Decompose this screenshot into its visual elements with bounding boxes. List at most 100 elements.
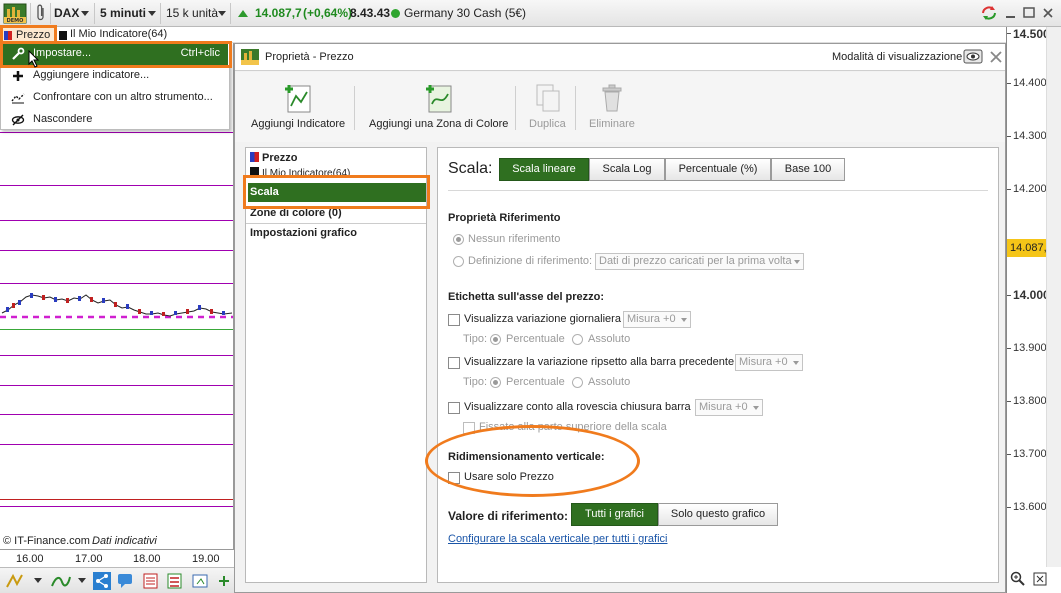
prev-bar-variation-checkbox[interactable] — [448, 357, 460, 369]
ref-none-label: Nessun riferimento — [468, 233, 561, 245]
level-line-green — [0, 329, 233, 330]
menu-item-compare[interactable]: Confrontare con un altro strumento... — [2, 87, 228, 109]
axis-label-section-title: Etichetta sull'asse del prezzo: — [448, 291, 605, 303]
indicator-tool-icon[interactable] — [50, 572, 72, 590]
daily-measure-dropdown[interactable]: Misura +0 — [623, 311, 691, 328]
scale-log-button[interactable]: Scala Log — [589, 158, 665, 181]
time-label: 16.00 — [16, 553, 44, 565]
last-time: 8.43.43 — [350, 6, 391, 20]
axis-scrollbar[interactable] — [1046, 27, 1061, 567]
fit-icon[interactable] — [1032, 571, 1048, 587]
type-absolute-label: Assoluto — [588, 333, 631, 345]
axis-label: 14.200 — [1013, 183, 1047, 195]
scale-linear-button[interactable]: Scala lineare — [499, 158, 589, 181]
close-icon[interactable] — [1041, 6, 1055, 20]
refresh-icon[interactable] — [980, 4, 998, 22]
add-indicator-label: Aggiungi Indicatore — [251, 118, 346, 130]
share-icon[interactable] — [93, 572, 111, 590]
level-line — [0, 250, 233, 251]
level-line — [0, 385, 233, 386]
chevron-down-icon[interactable] — [78, 578, 86, 583]
type-absolute-radio[interactable] — [572, 334, 583, 345]
units-selector[interactable]: 15 k unità — [166, 6, 218, 20]
level-line — [0, 355, 233, 356]
attach-icon[interactable] — [34, 4, 48, 22]
duplicate-icon — [531, 82, 563, 114]
add-indicator-button[interactable]: Aggiungi Indicatore — [251, 82, 345, 130]
type-absolute-radio[interactable] — [572, 377, 583, 388]
ref-define-dropdown[interactable]: Dati di prezzo caricati per la prima vol… — [595, 253, 804, 270]
menu-item-hide[interactable]: Nascondere — [2, 109, 228, 131]
add-indicator-icon — [282, 82, 314, 114]
tree-item-prezzo[interactable]: Prezzo — [248, 149, 426, 168]
level-line — [0, 444, 233, 445]
demo-logo — [240, 48, 260, 66]
close-icon[interactable] — [989, 50, 1003, 64]
more-tools-icon[interactable] — [215, 572, 233, 590]
properties-dialog: Proprietà - Prezzo Modalità di visualizz… — [234, 43, 1006, 593]
menu-item-add-indicator-label: Aggiungere indicatore... — [33, 69, 150, 81]
add-color-zone-button[interactable]: Aggiungi una Zona di Colore — [369, 82, 508, 130]
ref-define-radio[interactable] — [453, 256, 464, 267]
plus-icon — [11, 69, 25, 83]
menu-item-hide-label: Nascondere — [33, 113, 93, 125]
chevron-down-icon[interactable] — [218, 11, 226, 16]
minimize-icon[interactable] — [1004, 6, 1018, 20]
list-icon[interactable] — [142, 572, 160, 590]
countdown-measure-dropdown[interactable]: Misura +0 — [695, 399, 763, 416]
zoom-icon[interactable] — [1010, 571, 1026, 587]
axis-label: 13.800 — [1013, 395, 1047, 407]
add-zone-label: Aggiungi una Zona di Colore — [369, 118, 509, 130]
ref-none-radio[interactable] — [453, 234, 464, 245]
scale-percent-button[interactable]: Percentuale (%) — [665, 158, 771, 181]
scale-base100-button[interactable]: Base 100 — [771, 158, 845, 181]
chevron-down-icon[interactable] — [148, 11, 156, 16]
configure-scale-link[interactable]: Configurare la scala verticale per tutti… — [448, 533, 667, 545]
all-charts-button[interactable]: Tutti i grafici — [571, 503, 658, 526]
highlight-scala — [243, 175, 430, 209]
level-line — [0, 414, 233, 415]
trend-up-icon — [236, 6, 250, 20]
axis-label: 14.400 — [1013, 77, 1047, 89]
demo-logo-text: DEMO — [7, 18, 24, 24]
type-percent-radio[interactable] — [490, 377, 501, 388]
delete-button[interactable]: Eliminare — [589, 82, 635, 130]
chevron-down-icon[interactable] — [34, 578, 42, 583]
chevron-down-icon — [793, 361, 799, 365]
eye-icon[interactable] — [963, 48, 985, 66]
prev-measure-dropdown[interactable]: Misura +0 — [735, 354, 803, 371]
tab-indicator-label[interactable]: Il Mio Indicatore(64) — [70, 28, 167, 40]
timeframe-selector[interactable]: 5 minuti — [100, 6, 146, 20]
chevron-down-icon — [681, 318, 687, 322]
status-dot — [391, 9, 400, 18]
ref-define-label: Definizione di riferimento: — [468, 255, 593, 267]
candlestick-series — [0, 293, 233, 319]
chevron-down-icon[interactable] — [81, 11, 89, 16]
tree-item-chart-settings[interactable]: Impostazioni grafico — [248, 224, 426, 243]
table-icon[interactable] — [166, 572, 184, 590]
add-zone-icon — [423, 82, 455, 114]
hide-eye-icon — [11, 113, 25, 127]
countdown-checkbox[interactable] — [448, 402, 460, 414]
view-mode-label[interactable]: Modalità di visualizzazione — [832, 51, 962, 63]
duplicate-button[interactable]: Duplica — [529, 82, 566, 130]
draw-line-icon[interactable] — [4, 572, 24, 590]
type-percent-label: Percentuale — [506, 333, 565, 345]
type-percent-label: Percentuale — [506, 376, 565, 388]
chat-icon[interactable] — [117, 572, 135, 590]
level-line — [0, 506, 233, 507]
axis-label: 13.600 — [1013, 501, 1047, 513]
type-percent-radio[interactable] — [490, 334, 501, 345]
price-change: (+0,64%) — [303, 6, 353, 20]
maximize-icon[interactable] — [1022, 6, 1036, 20]
demo-logo[interactable]: DEMO — [3, 3, 27, 24]
copyright-text: © IT-Finance.com — [3, 535, 90, 547]
window-icon[interactable] — [191, 572, 209, 590]
instrument-selector[interactable]: DAX — [54, 6, 79, 20]
only-this-chart-button[interactable]: Solo questo grafico — [658, 503, 778, 526]
type-label: Tipo: — [463, 333, 488, 345]
menu-item-add-indicator[interactable]: Aggiungere indicatore... — [2, 65, 228, 87]
daily-variation-checkbox[interactable] — [448, 314, 460, 326]
level-line — [0, 185, 233, 186]
scale-label: Scala: — [448, 160, 493, 177]
